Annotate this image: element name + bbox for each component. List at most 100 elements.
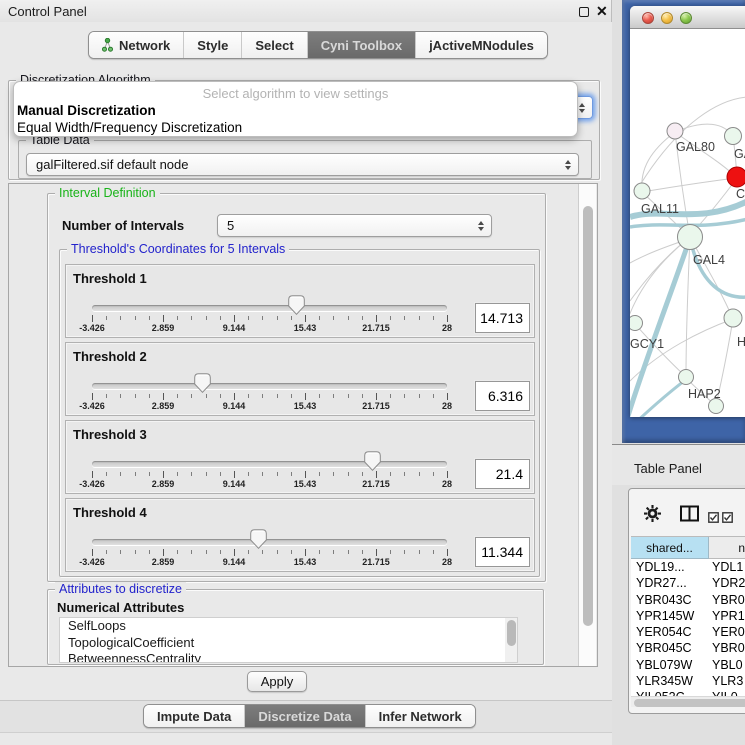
settings-vertical-scrollbar[interactable] [578,184,596,666]
network-node-gal4[interactable] [678,225,703,250]
numerical-attributes-list[interactable]: SelfLoopsTopologicalCoefficientBetweenne… [59,617,518,663]
slider-tick [333,472,334,476]
tab-select[interactable]: Select [241,32,306,58]
threshold-slider-track[interactable] [92,461,447,467]
minimize-traffic-light-icon[interactable] [661,12,673,24]
checkbox-icon[interactable] [708,510,719,528]
cell-name: YDR2 [709,575,745,591]
table-data-group: Table Data galFiltered.sif default node [18,140,592,179]
network-edge [642,178,736,192]
tab-jactivemnodules[interactable]: jActiveMNodules [415,32,547,58]
threshold-value-field[interactable]: 11.344 [475,537,530,567]
slider-tick [92,549,93,556]
network-node[interactable] [709,399,724,414]
tab-label: Network [119,38,170,53]
table-row[interactable]: YDR27...YDR2 [631,575,745,591]
table-row[interactable]: YER054CYER0 [631,624,745,640]
slider-tick [106,472,107,476]
slider-tick [447,393,448,400]
network-node-gal11[interactable] [634,183,650,199]
threshold-slider-thumb[interactable] [288,295,305,315]
attribute-item[interactable]: TopologicalCoefficient [60,635,517,652]
threshold-slider-thumb[interactable] [194,373,211,393]
threshold-label: Threshold 3 [73,427,147,442]
slider-tick [220,550,221,554]
slider-tick [177,394,178,398]
slider-tick [135,472,136,476]
tab-impute-data[interactable]: Impute Data [144,705,244,727]
slider-tick [404,550,405,554]
network-canvas[interactable]: GAL80GACGAL11GAL4HGCY1HAP2 [630,30,745,417]
threshold-value-field[interactable]: 6.316 [475,381,530,411]
network-node-hap2[interactable] [679,370,694,385]
columns-icon[interactable] [680,505,699,527]
slider-tick [262,316,263,320]
network-window-titlebar [630,6,745,29]
network-node-gal80[interactable] [667,123,683,139]
network-node-h[interactable] [724,309,742,327]
threshold-label: Threshold 4 [73,505,147,520]
threshold-slider-track[interactable] [92,539,447,545]
slider-tick [319,550,320,554]
network-icon [102,38,113,52]
apply-button[interactable]: Apply [247,671,307,692]
table-rows: YDL19...YDL1YDR27...YDR2YBR043CYBR0YPR14… [631,559,745,696]
table-scrollbar-thumb[interactable] [634,699,745,707]
table-row[interactable]: YLR345WYLR3 [631,673,745,689]
tab-network[interactable]: Network [89,32,183,58]
attributes-scrollbar-thumb[interactable] [507,620,516,646]
slider-tick [262,472,263,476]
network-node-c[interactable] [727,167,745,187]
settings-scrollbar-thumb[interactable] [583,206,593,626]
slider-tick [149,472,150,476]
network-graph: GAL80GACGAL11GAL4HGCY1HAP2 [630,30,745,417]
tab-discretize-data[interactable]: Discretize Data [244,705,364,727]
table-horizontal-scrollbar[interactable] [631,696,745,707]
table-row[interactable]: YBR045CYBR0 [631,640,745,656]
threshold-slider-track[interactable] [92,383,447,389]
slider-tick [390,316,391,320]
slider-tick [362,394,363,398]
slider-tick [404,472,405,476]
slider-tick [106,394,107,398]
table-row[interactable]: YDL19...YDL1 [631,559,745,575]
algorithm-option-manual[interactable]: Manual Discretization [17,103,156,118]
table-data-select[interactable]: galFiltered.sif default node [26,153,579,176]
float-window-icon[interactable] [579,7,589,17]
attribute-item[interactable]: SelfLoops [60,618,517,635]
table-row[interactable]: YPR145WYPR1 [631,608,745,624]
slider-tick [390,550,391,554]
threshold-slider-thumb[interactable] [250,529,267,549]
checkbox-icon[interactable] [722,510,733,528]
close-icon[interactable]: ✕ [596,3,608,20]
gear-icon[interactable] [644,505,661,527]
close-traffic-light-icon[interactable] [642,12,654,24]
attributes-scrollbar[interactable] [505,618,517,662]
slider-tick [120,394,121,398]
slider-tick-label: -3.426 [79,323,105,333]
slider-tick [177,472,178,476]
tab-infer-network[interactable]: Infer Network [365,705,475,727]
threshold-slider-thumb[interactable] [364,451,381,471]
slider-tick [319,394,320,398]
tab-style[interactable]: Style [183,32,241,58]
threshold-value-field[interactable]: 14.713 [475,303,530,333]
tab-cyni-toolbox[interactable]: Cyni Toolbox [307,32,415,58]
table-row[interactable]: YBL079WYBL0 [631,657,745,673]
column-header-name[interactable]: n [709,537,745,559]
table-row[interactable]: YBR043CYBR0 [631,592,745,608]
algorithm-option-equal-width[interactable]: Equal Width/Frequency Discretization [17,120,242,135]
attributes-group-title: Attributes to discretize [55,582,186,596]
zoom-traffic-light-icon[interactable] [680,12,692,24]
attribute-item[interactable]: BetweennessCentrality [60,651,517,663]
threshold-value-field[interactable]: 21.4 [475,459,530,489]
column-header-shared[interactable]: shared... [631,537,709,559]
number-of-intervals-select[interactable]: 5 [217,214,492,237]
slider-tick [419,394,420,398]
network-node-ga[interactable] [725,128,742,145]
threshold-slider-track[interactable] [92,305,447,311]
network-node-gcy1[interactable] [630,316,643,331]
slider-tick [362,550,363,554]
slider-tick [106,550,107,554]
table-row[interactable]: YIL052CYIL0 [631,689,745,696]
